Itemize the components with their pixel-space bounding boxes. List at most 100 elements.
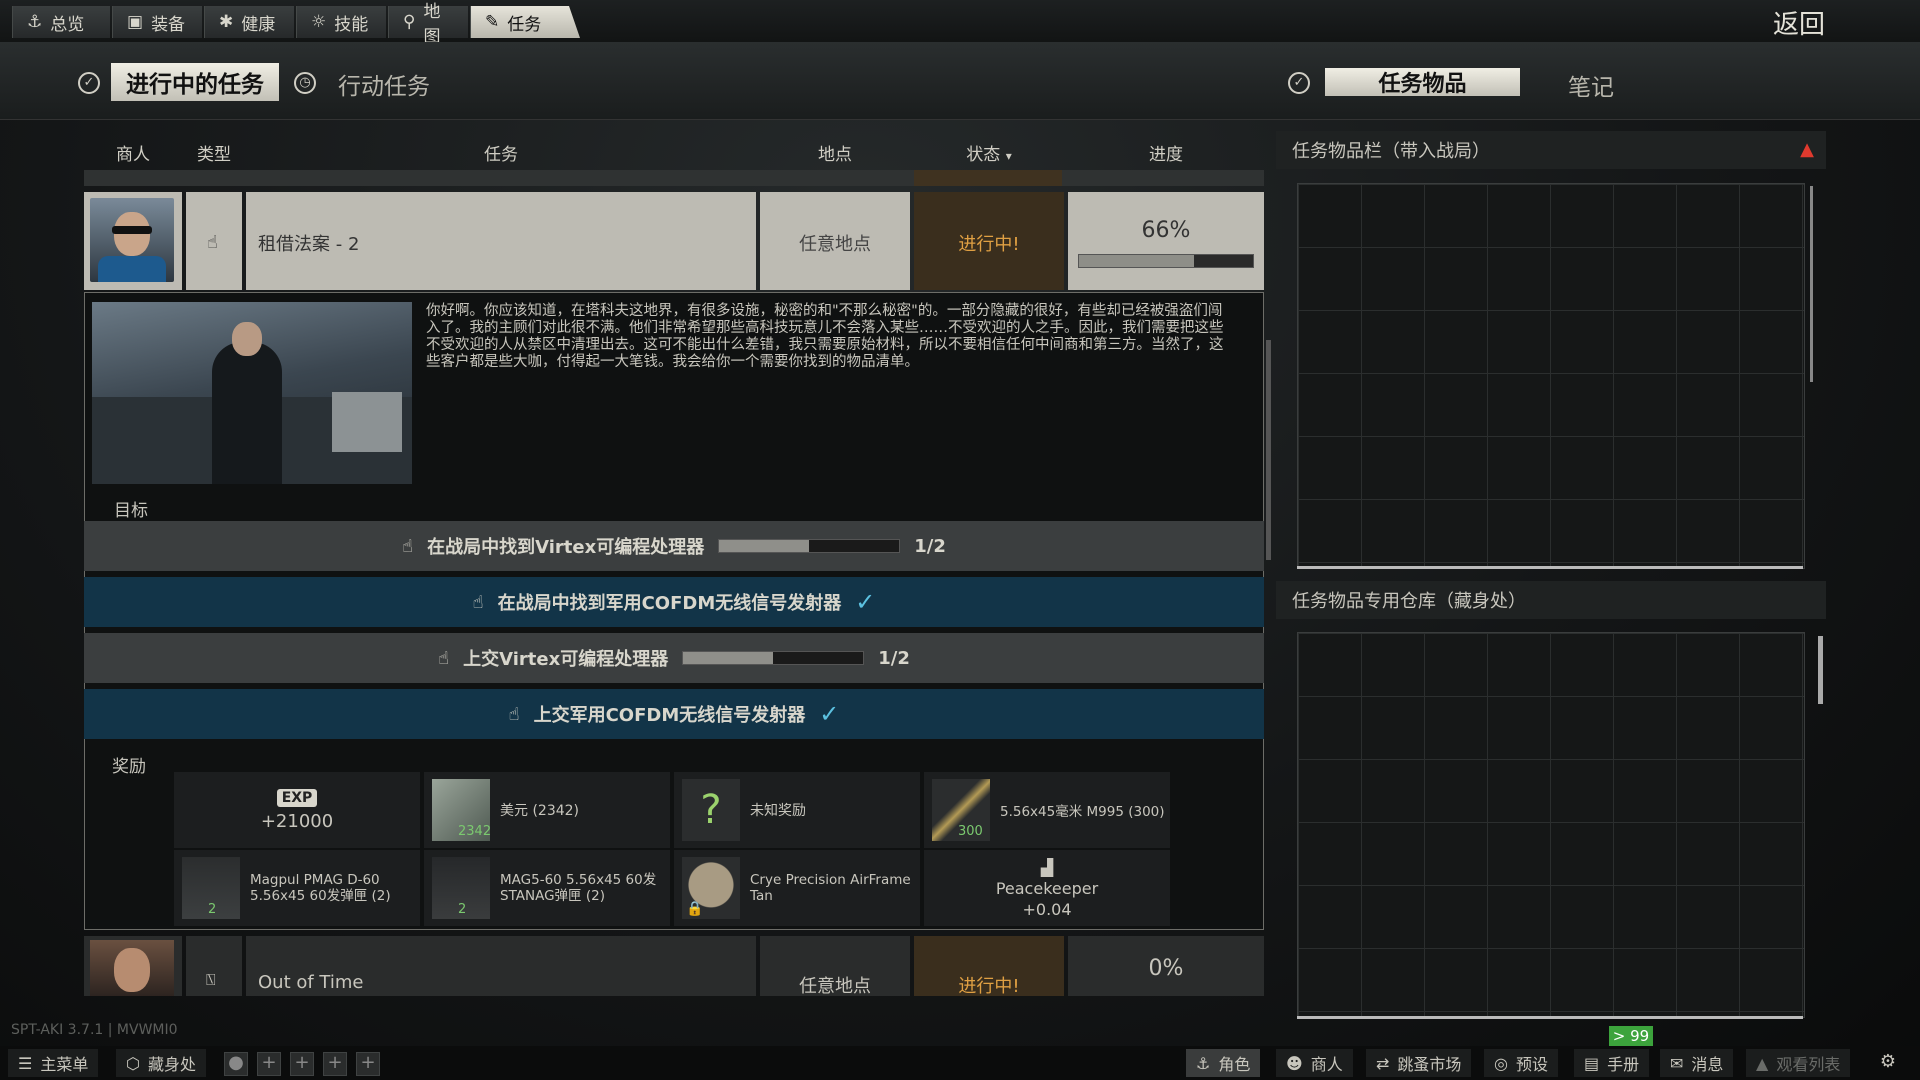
- hand-pickup-icon: ☝: [472, 591, 484, 613]
- chevron-down-icon: ▾: [1005, 149, 1012, 163]
- objective-progress-fill: [719, 540, 810, 552]
- reward-unknown[interactable]: ? 未知奖励: [674, 772, 920, 848]
- col-trader[interactable]: 商人: [90, 140, 176, 165]
- presets-icon: ◎: [1494, 1053, 1508, 1073]
- hand-pickup-icon: ☝: [438, 647, 450, 669]
- presets-label: 预设: [1515, 1055, 1548, 1074]
- tab-overview[interactable]: ⚓ 总览: [12, 6, 110, 38]
- tab-health[interactable]: ✱ 健康: [204, 6, 294, 38]
- add-slot-button[interactable]: +: [356, 1052, 380, 1076]
- skills-icon: ☼: [311, 12, 327, 32]
- ammo-count: 300: [958, 824, 983, 839]
- handbook-button[interactable]: ▤ 手册: [1574, 1049, 1650, 1077]
- quest-stash-scrollbar[interactable]: [1810, 186, 1813, 382]
- trader-face-2: [114, 948, 150, 992]
- tab-map[interactable]: ⚲ 地图: [388, 2, 468, 47]
- tab-gear-label: 装备: [151, 14, 186, 35]
- task-cell-2: Out of Time: [246, 936, 756, 996]
- type-cell-2: ⍂: [186, 936, 242, 996]
- quest-progress-bar: [1078, 254, 1254, 268]
- type-cell: ☝: [186, 192, 242, 290]
- quest-storage-header: 任务物品专用仓库（藏身处）: [1276, 581, 1826, 619]
- reputation-icon: ▟: [1040, 857, 1054, 877]
- objective-row[interactable]: ☝ 在战局中找到Virtex可编程处理器 1/2: [84, 521, 1264, 571]
- status-cell: 进行中!: [914, 192, 1064, 290]
- tab-gear[interactable]: ▣ 装备: [112, 6, 202, 38]
- messages-label: 消息: [1691, 1055, 1724, 1074]
- handbook-icon: ▤: [1584, 1053, 1600, 1073]
- objectives-label: 目标: [114, 501, 148, 521]
- col-status[interactable]: 状态 ▾: [914, 140, 1064, 165]
- quest2-status: 进行中!: [958, 976, 1020, 997]
- version-text: SPT-AKI 3.7.1 | MVWMI0: [11, 1022, 178, 1038]
- reputation-trader: Peacekeeper: [995, 878, 1099, 898]
- tab-notes[interactable]: 笔记: [1568, 68, 1614, 102]
- character-button[interactable]: ⚓ 角色: [1186, 1049, 1261, 1077]
- quest-storage-scrollbar[interactable]: [1818, 636, 1823, 704]
- watchlist-button[interactable]: ▲ 观看列表: [1746, 1049, 1851, 1077]
- messages-button[interactable]: ✉ 消息: [1660, 1049, 1734, 1077]
- quest-stash-grid[interactable]: [1297, 183, 1805, 569]
- mag1-count: 2: [208, 902, 217, 917]
- traders-button[interactable]: ☻ 商人: [1276, 1049, 1353, 1077]
- reward-helmet[interactable]: 🔒 Crye Precision AirFrame Tan: [674, 850, 920, 926]
- quest-list-scrollbar[interactable]: [1266, 340, 1271, 560]
- task-cell: 租借法案 - 2: [246, 192, 756, 290]
- helmet-name: Crye Precision AirFrame: [750, 872, 911, 888]
- tab-skills[interactable]: ☼ 技能: [296, 6, 386, 38]
- checkmark-icon: ✓: [855, 588, 876, 616]
- tab-operation-quests[interactable]: 行动任务: [338, 67, 430, 101]
- reward-magazine-1[interactable]: 2 Magpul PMAG D-60 5.56x45 60发弹匣 (2): [174, 850, 420, 926]
- add-slot-button[interactable]: +: [290, 1052, 314, 1076]
- app-window: { "top_tabs": ["总览","装备","健康","技能","地图",…: [0, 0, 1920, 1080]
- quest-storage-grid[interactable]: [1297, 632, 1805, 1018]
- health-icon: ✱: [219, 12, 234, 32]
- map-pin-icon: ⚲: [403, 12, 416, 32]
- col-type[interactable]: 类型: [186, 140, 242, 165]
- col-task[interactable]: 任务: [246, 140, 756, 165]
- mag2-count: 2: [458, 902, 467, 917]
- exp-badge: EXP: [276, 788, 318, 807]
- tab-tasks[interactable]: ✎ 任务: [470, 6, 580, 38]
- objective-text: 上交Virtex可编程处理器: [463, 649, 669, 670]
- objective-row[interactable]: ☝ 在战局中找到军用COFDM无线信号发射器 ✓: [84, 577, 1264, 627]
- flea-market-button[interactable]: ⇄ 跳蚤市场: [1366, 1049, 1472, 1077]
- messages-icon: ✉: [1670, 1053, 1684, 1073]
- magazine-icon: 2: [432, 857, 490, 919]
- settings-gear-icon[interactable]: ⚙: [1876, 1052, 1900, 1076]
- hideout-label: 藏身处: [147, 1055, 196, 1074]
- col-location[interactable]: 地点: [760, 140, 910, 165]
- profile-icon[interactable]: ●: [224, 1052, 248, 1076]
- traders-label: 商人: [1310, 1055, 1343, 1074]
- objective-count: 1/2: [914, 535, 946, 557]
- objective-row[interactable]: ☝ 上交Virtex可编程处理器 1/2: [84, 633, 1264, 683]
- check-circle-icon: ✓: [78, 72, 100, 94]
- quest-progress-fill: [1079, 255, 1194, 267]
- quest-storage-underline: [1297, 1016, 1803, 1019]
- add-slot-button[interactable]: +: [323, 1052, 347, 1076]
- objective-row[interactable]: ☝ 上交军用COFDM无线信号发射器 ✓: [84, 689, 1264, 739]
- magazine-icon: 2: [182, 857, 240, 919]
- presets-button[interactable]: ◎ 预设: [1484, 1049, 1558, 1077]
- clock-icon: ◷: [294, 72, 316, 94]
- trader-cell-2: [84, 936, 182, 996]
- tab-tasks-label: 任务: [507, 14, 542, 35]
- quest-image-head: [232, 322, 262, 356]
- hideout-button[interactable]: ⬡ 藏身处: [116, 1049, 206, 1077]
- watchlist-label: 观看列表: [1776, 1055, 1841, 1074]
- reward-dollars[interactable]: 2342 美元 (2342): [424, 772, 670, 848]
- tab-quest-items[interactable]: 任务物品: [1325, 68, 1520, 97]
- back-button[interactable]: 返回: [1773, 4, 1825, 41]
- reward-ammo[interactable]: 300 5.56x45毫米 M995 (300): [924, 772, 1170, 848]
- progress-cell-2: 0%: [1068, 936, 1264, 996]
- main-menu-button[interactable]: ☰ 主菜单: [8, 1049, 99, 1077]
- reward-magazine-2[interactable]: 2 MAG5-60 5.56x45 60发 STANAG弹匣 (2): [424, 850, 670, 926]
- main-menu-label: 主菜单: [40, 1055, 89, 1074]
- tab-active-quests[interactable]: 进行中的任务: [111, 63, 279, 101]
- hand-pickup-icon: ☝: [207, 232, 218, 253]
- status-cell-2: 进行中!: [914, 936, 1064, 997]
- add-slot-button[interactable]: +: [257, 1052, 281, 1076]
- mag2-desc: STANAG弹匣 (2): [500, 888, 605, 904]
- helmet-icon: 🔒: [682, 857, 740, 919]
- col-progress[interactable]: 进度: [1068, 140, 1264, 165]
